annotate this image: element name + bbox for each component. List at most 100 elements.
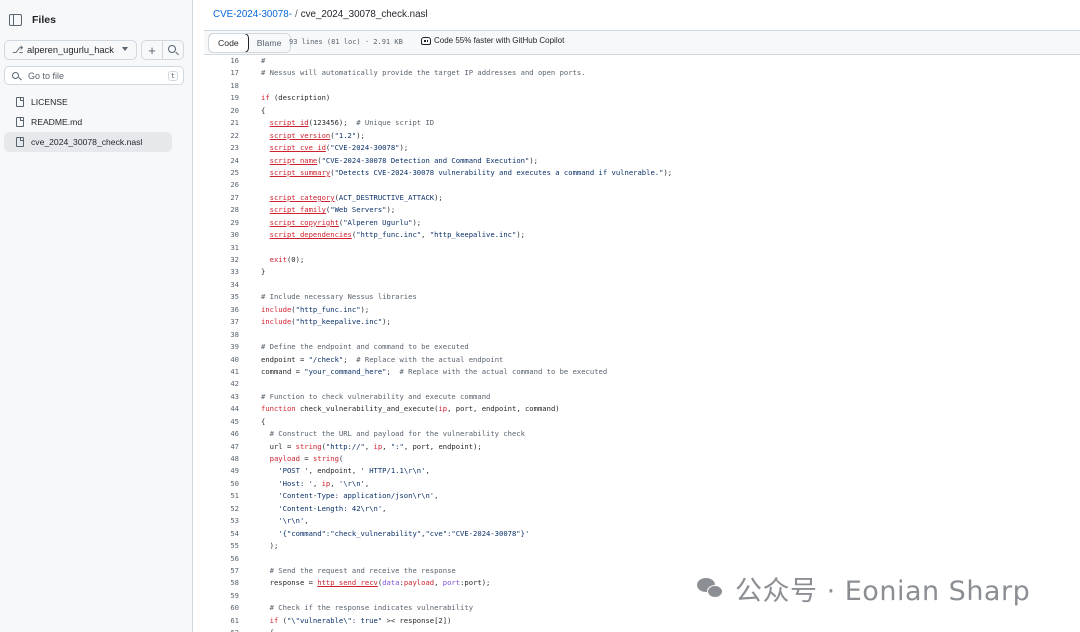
line-number[interactable]: 54 (204, 528, 239, 540)
code-token: ); (663, 167, 673, 177)
code-token: , (312, 478, 322, 488)
tab-code[interactable]: Code (209, 34, 249, 52)
code-line: 24 script_name("CVE-2024-30078 Detection… (204, 155, 1080, 167)
code-line: 42 (204, 378, 1080, 390)
code-token: # Replace with the actual endpoint (356, 354, 504, 364)
line-number[interactable]: 57 (204, 565, 239, 577)
line-number[interactable]: 31 (204, 242, 239, 254)
code-line: 53 '\r\n', (204, 515, 1080, 527)
line-number[interactable]: 39 (204, 341, 239, 353)
code-line: 19 if (description) (204, 92, 1080, 104)
line-number[interactable]: 18 (204, 80, 239, 92)
file-tree-item-nasl[interactable]: cve_2024_30078_check.nasl (4, 132, 172, 152)
code-token: # Define the endpoint and command to be … (261, 342, 469, 352)
file-tree-item-license[interactable]: LICENSE (4, 92, 184, 112)
code-token: exit (269, 255, 287, 264)
line-number[interactable]: 38 (204, 329, 239, 341)
line-number[interactable]: 16 (204, 55, 239, 67)
files-title: Files (32, 14, 56, 26)
line-number[interactable]: 40 (204, 354, 239, 366)
line-number[interactable]: 50 (204, 478, 239, 490)
breadcrumb-repo-link[interactable]: CVE-2024-30078- (213, 9, 292, 20)
line-number[interactable]: 22 (204, 130, 239, 142)
line-number[interactable]: 52 (204, 503, 239, 515)
file-tree-item-readme[interactable]: README.md (4, 112, 184, 132)
code-token: , endpoint, (308, 466, 361, 476)
go-to-file-input[interactable] (28, 70, 158, 81)
line-number[interactable]: 42 (204, 378, 239, 390)
sidebar-collapse-icon[interactable] (9, 14, 22, 26)
line-number[interactable]: 33 (204, 266, 239, 278)
code-token: , (382, 441, 391, 451)
code-token: (description) (269, 93, 331, 103)
code-token: ); (399, 143, 409, 153)
code-line: 28 script_family("Web Servers"); (204, 204, 1080, 216)
line-number[interactable]: 49 (204, 465, 239, 477)
copilot-promo-link[interactable]: Code 55% faster with GitHub Copilot (421, 36, 564, 45)
code-token: , (364, 478, 370, 488)
code-token: , (434, 578, 443, 588)
line-number[interactable]: 55 (204, 540, 239, 552)
code-token: script_name (269, 155, 318, 165)
code-token: "Web Servers" (330, 205, 387, 215)
file-tree-sidebar: Files ⎇ alperen_ugurlu_hack + t LICENSE … (0, 0, 193, 632)
line-number[interactable]: 51 (204, 490, 239, 502)
line-number[interactable]: 21 (204, 117, 239, 129)
code-text: script_cve_id("CVE-2024-30078"); (261, 142, 409, 154)
line-number[interactable]: 26 (204, 179, 239, 191)
line-number[interactable]: 62 (204, 627, 239, 632)
line-number[interactable]: 30 (204, 229, 239, 241)
code-line: 26 (204, 179, 1080, 191)
line-number[interactable]: 46 (204, 428, 239, 440)
code-text: include("http_keepalive.inc"); (261, 316, 391, 328)
add-file-button[interactable]: + (142, 41, 162, 59)
line-number[interactable]: 45 (204, 416, 239, 428)
line-number[interactable]: 23 (204, 142, 239, 154)
code-line: 22 script_version("1.2"); (204, 130, 1080, 142)
code-token: , port, endpoint, command) (447, 404, 560, 414)
line-number[interactable]: 60 (204, 602, 239, 614)
line-number[interactable]: 37 (204, 316, 239, 328)
breadcrumb-separator: / (294, 9, 298, 20)
code-text: exit(0); (261, 254, 305, 266)
line-number[interactable]: 27 (204, 192, 239, 204)
line-number[interactable]: 56 (204, 553, 239, 565)
code-line: 23 script_cve_id("CVE-2024-30078"); (204, 142, 1080, 154)
code-token: script_category (269, 192, 335, 202)
line-number[interactable]: 36 (204, 304, 239, 316)
line-number[interactable]: 29 (204, 217, 239, 229)
code-token: { (261, 105, 266, 115)
line-number[interactable]: 32 (204, 254, 239, 266)
search-code-button[interactable] (162, 41, 183, 59)
code-token: ( (278, 615, 287, 625)
line-number[interactable]: 41 (204, 366, 239, 378)
line-number[interactable]: 19 (204, 92, 239, 104)
line-number[interactable]: 25 (204, 167, 239, 179)
code-text: '{"command":"check_vulnerability","cve":… (261, 528, 529, 540)
file-actions-group: + (141, 40, 184, 60)
line-number[interactable]: 53 (204, 515, 239, 527)
line-number[interactable]: 35 (204, 291, 239, 303)
line-number[interactable]: 24 (204, 155, 239, 167)
code-text: { (261, 416, 265, 428)
line-number[interactable]: 47 (204, 441, 239, 453)
line-number[interactable]: 61 (204, 615, 239, 627)
code-token: ); (382, 317, 391, 327)
line-number[interactable]: 48 (204, 453, 239, 465)
line-number[interactable]: 20 (204, 105, 239, 117)
branch-selector-button[interactable]: ⎇ alperen_ugurlu_hack (4, 40, 137, 60)
code-line: 35 # Include necessary Nessus libraries (204, 291, 1080, 303)
line-number[interactable]: 59 (204, 590, 239, 602)
line-number[interactable]: 58 (204, 577, 239, 589)
line-number[interactable]: 28 (204, 204, 239, 216)
go-to-file-field[interactable]: t (4, 66, 184, 85)
tab-blame[interactable]: Blame (248, 34, 291, 52)
code-token: "http_keepalive.inc" (429, 230, 517, 240)
line-number[interactable]: 44 (204, 403, 239, 415)
code-token: include (261, 317, 292, 327)
line-number[interactable]: 43 (204, 391, 239, 403)
line-number[interactable]: 34 (204, 279, 239, 291)
line-number[interactable]: 17 (204, 67, 239, 79)
